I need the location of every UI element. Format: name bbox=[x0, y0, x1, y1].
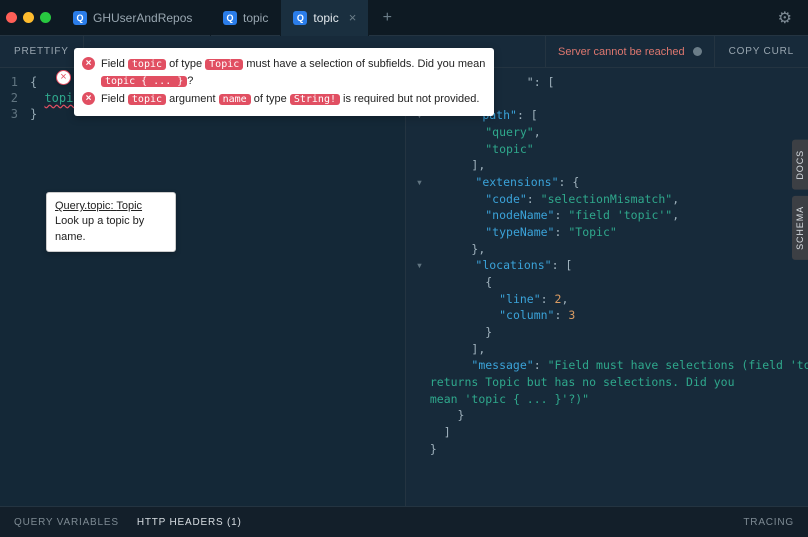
tooltip-path: Query.topic bbox=[55, 200, 110, 212]
query-variables-tab[interactable]: QUERY VARIABLES bbox=[14, 517, 119, 528]
schema-tab[interactable]: SCHEMA bbox=[792, 196, 808, 260]
query-icon: Q bbox=[223, 11, 237, 25]
tracing-tab[interactable]: TRACING bbox=[743, 517, 794, 528]
window-controls[interactable] bbox=[6, 12, 51, 23]
tab-label: GHUserAndRepos bbox=[93, 11, 192, 25]
tab-1[interactable]: Q topic bbox=[211, 0, 281, 36]
error-row: × Field topic of type Topic must have a … bbox=[82, 56, 486, 89]
minimize-window-icon[interactable] bbox=[23, 12, 34, 23]
error-panel: × × Field topic of type Topic must have … bbox=[74, 48, 494, 116]
query-icon: Q bbox=[293, 11, 307, 25]
tab-label: topic bbox=[243, 11, 268, 25]
tab-label: topic bbox=[313, 11, 338, 25]
tab-strip: Q GHUserAndRepos Q topic Q topic × + bbox=[61, 0, 768, 36]
copy-curl-button[interactable]: COPY CURL bbox=[714, 36, 808, 67]
close-tab-icon[interactable]: × bbox=[349, 10, 357, 25]
line-gutter: 123 bbox=[0, 74, 24, 122]
status-label: Server cannot be reached bbox=[558, 46, 685, 58]
status-dot-icon bbox=[693, 47, 702, 56]
add-tab-button[interactable]: + bbox=[369, 0, 405, 36]
close-window-icon[interactable] bbox=[6, 12, 17, 23]
close-errors-button[interactable]: × bbox=[56, 70, 71, 85]
tab-2[interactable]: Q topic × bbox=[281, 0, 369, 36]
gear-icon[interactable]: ⚙ bbox=[768, 8, 802, 28]
hover-tooltip: Query.topic: Topic Look up a topic by na… bbox=[46, 192, 176, 252]
error-icon: × bbox=[82, 92, 95, 105]
tooltip-type: Topic bbox=[116, 200, 142, 212]
query-icon: Q bbox=[73, 11, 87, 25]
code-lines: { topic } bbox=[30, 74, 81, 122]
tooltip-desc: Look up a topic by name. bbox=[55, 214, 167, 245]
response-pane: ": [ ▾ { ▾ "path": [ "query", "topic" ],… bbox=[405, 68, 808, 506]
connection-status: Server cannot be reached bbox=[545, 36, 714, 67]
query-editor[interactable]: 123 { topic } Query.topic: Topic Look up… bbox=[0, 68, 405, 506]
error-row: × Field topic argument name of type Stri… bbox=[82, 91, 486, 108]
docs-tab[interactable]: DOCS bbox=[792, 140, 808, 190]
error-icon: × bbox=[82, 57, 95, 70]
tab-0[interactable]: Q GHUserAndRepos bbox=[61, 0, 211, 36]
prettify-button[interactable]: PRETTIFY bbox=[0, 36, 84, 67]
http-headers-tab[interactable]: HTTP HEADERS (1) bbox=[137, 517, 242, 528]
maximize-window-icon[interactable] bbox=[40, 12, 51, 23]
